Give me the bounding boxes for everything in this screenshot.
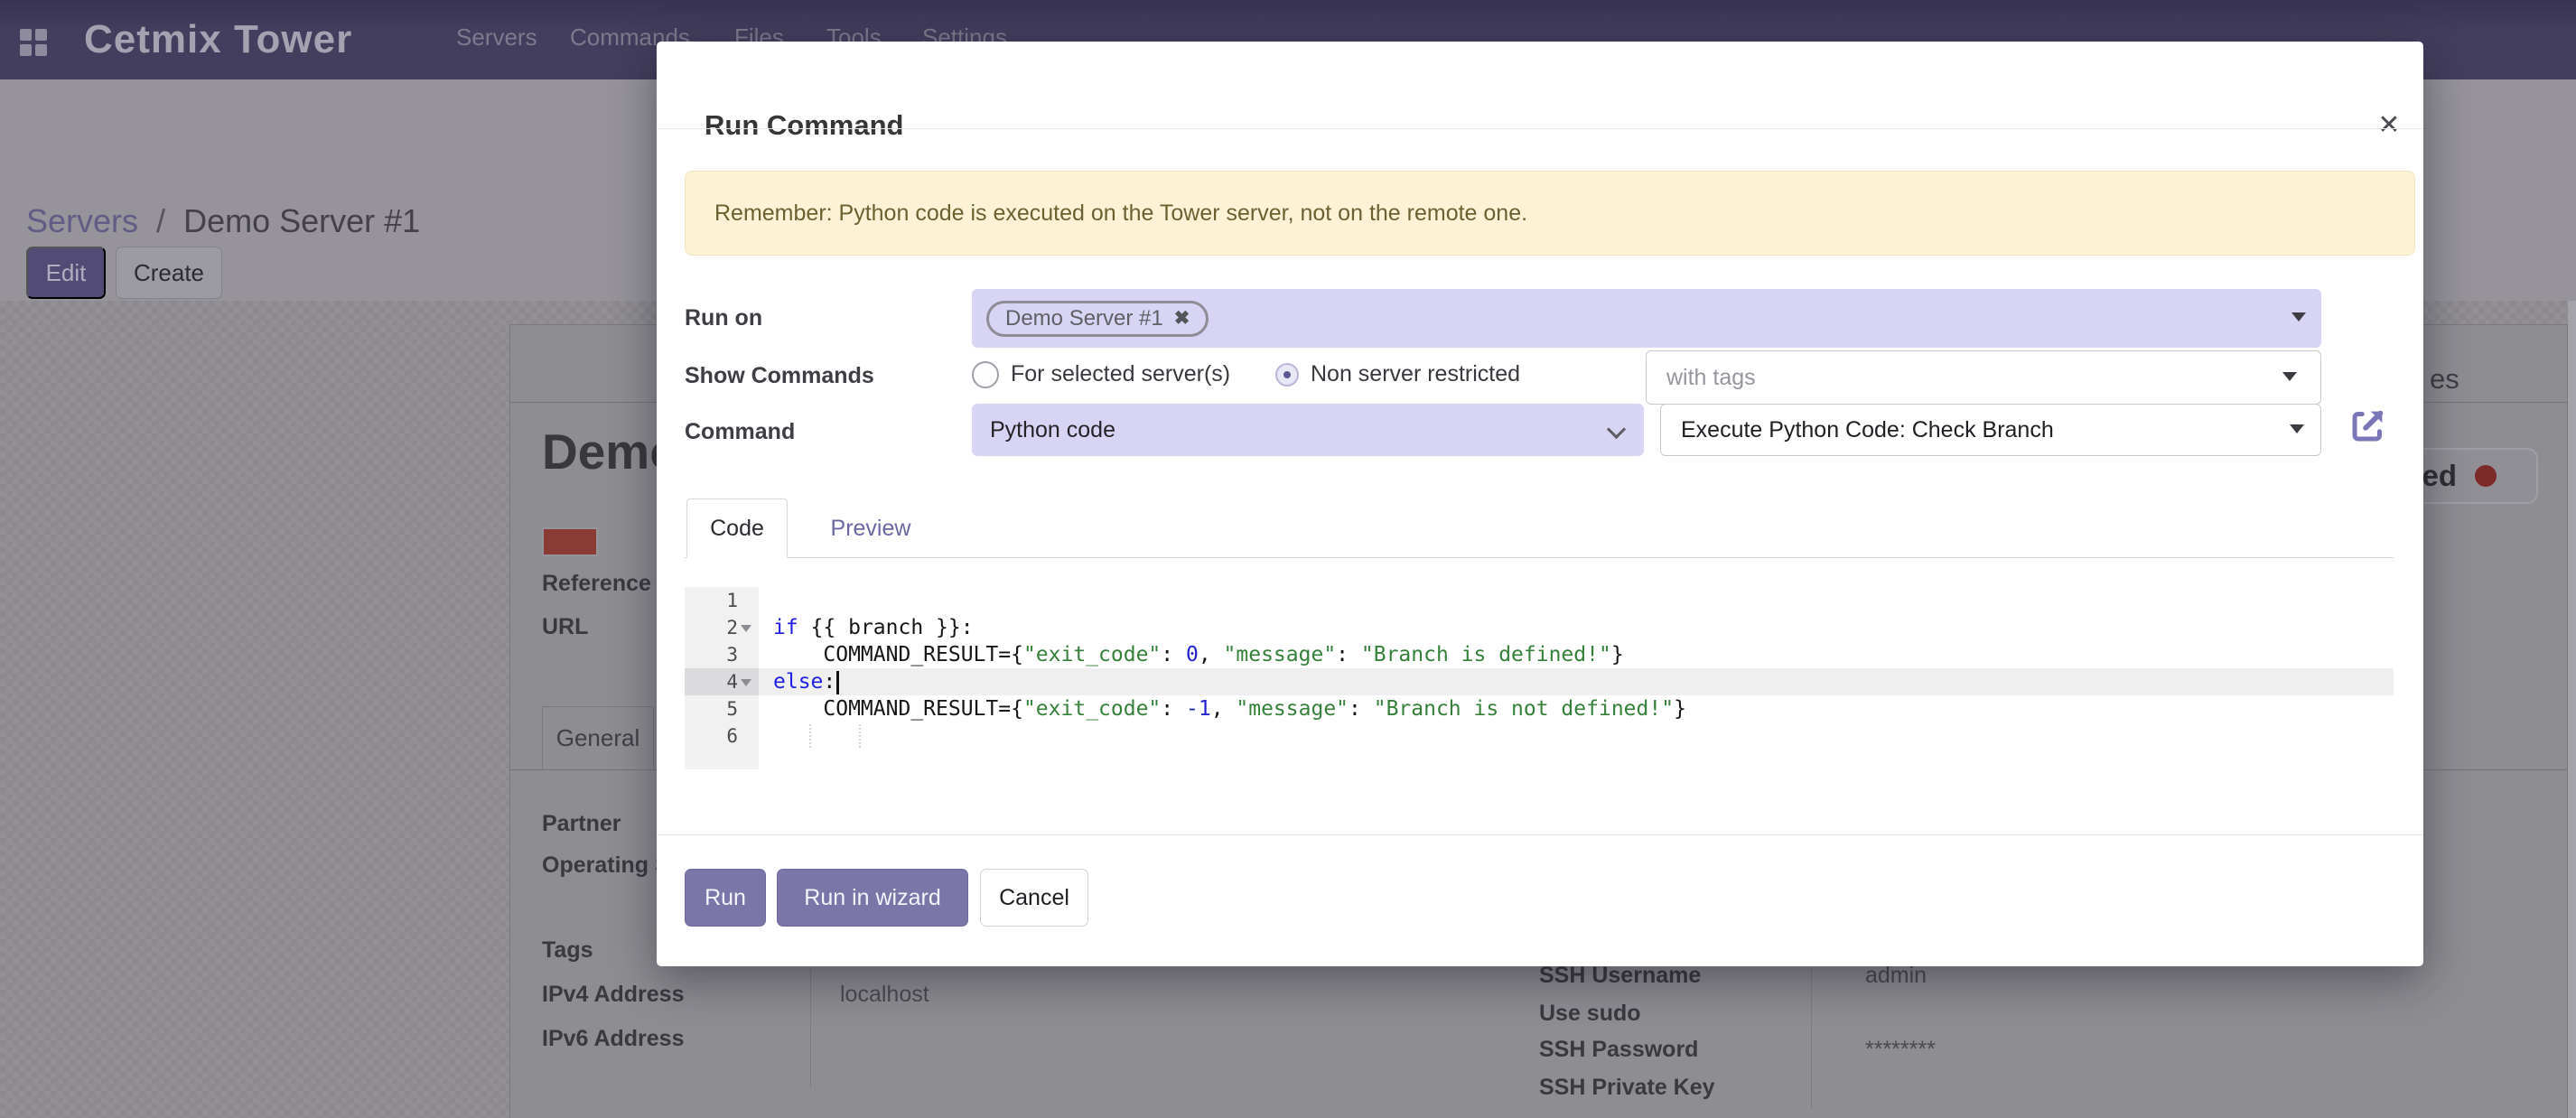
divider	[657, 128, 2423, 129]
close-icon[interactable]: ✕	[2369, 105, 2409, 144]
fold-spacer	[741, 731, 753, 741]
text-cursor	[836, 671, 839, 694]
code-line-2[interactable]: if {{ branch }}:	[759, 614, 2394, 641]
fold-spacer	[741, 704, 753, 713]
radio-label-selected-servers[interactable]: For selected server(s)	[1011, 361, 1230, 387]
cancel-button[interactable]: Cancel	[980, 869, 1088, 927]
radio-non-server-restricted[interactable]	[1275, 363, 1299, 387]
run-command-modal: Run Command ✕ Remember: Python code is e…	[657, 42, 2423, 966]
server-tag-pill: Demo Server #1 ✖	[986, 301, 1209, 337]
code-line-1[interactable]	[759, 587, 2394, 614]
command-select[interactable]: Execute Python Code: Check Branch	[1660, 404, 2321, 456]
code-line-3[interactable]: COMMAND_RESULT={"exit_code": 0, "message…	[759, 641, 2394, 668]
gutter-line-4: 4	[685, 668, 759, 695]
editor-gutter: 123456	[685, 587, 759, 769]
fold-spacer	[741, 650, 753, 659]
fold-arrow-icon[interactable]	[741, 677, 753, 686]
code-line-5[interactable]: COMMAND_RESULT={"exit_code": -1, "messag…	[759, 695, 2394, 722]
show-commands-label: Show Commands	[685, 363, 874, 389]
fold-spacer	[741, 596, 753, 605]
gutter-line-1: 1	[685, 587, 759, 614]
dropdown-caret-icon[interactable]	[2290, 424, 2304, 433]
external-link-icon[interactable]	[2347, 405, 2389, 446]
tag-remove-icon[interactable]: ✖	[1174, 307, 1190, 330]
indent-guide	[809, 724, 811, 748]
warning-alert: Remember: Python code is executed on the…	[685, 171, 2415, 256]
code-line-4[interactable]: else:	[759, 668, 2394, 695]
with-tags-select[interactable]: with tags	[1646, 350, 2321, 405]
command-label: Command	[685, 419, 795, 445]
dropdown-caret-icon[interactable]	[2282, 372, 2297, 381]
warning-alert-text: Remember: Python code is executed on the…	[714, 200, 1527, 227]
gutter-line-2: 2	[685, 614, 759, 641]
screen: Cetmix Tower ServersCommandsFilesToolsSe…	[0, 0, 2576, 1118]
tab-code[interactable]: Code	[686, 498, 788, 558]
radio-for-selected-servers[interactable]	[972, 361, 999, 388]
run-button[interactable]: Run	[685, 869, 766, 927]
command-type-select[interactable]: Python code	[972, 404, 1644, 456]
run-on-multiselect[interactable]: Demo Server #1 ✖	[972, 289, 2321, 348]
run-on-label: Run on	[685, 305, 762, 331]
divider	[657, 834, 2423, 835]
gutter-line-3: 3	[685, 641, 759, 668]
modal-title: Run Command	[705, 109, 903, 142]
run-in-wizard-button[interactable]: Run in wizard	[777, 869, 968, 927]
gutter-line-6: 6	[685, 722, 759, 750]
code-editor[interactable]: if {{ branch }}: COMMAND_RESULT={"exit_c…	[759, 587, 2394, 769]
gutter-line-5: 5	[685, 695, 759, 722]
fold-arrow-icon[interactable]	[741, 623, 753, 632]
divider	[685, 557, 2394, 558]
radio-label-non-restricted[interactable]: Non server restricted	[1311, 361, 1520, 387]
dropdown-caret-icon[interactable]	[2291, 312, 2306, 321]
tab-preview[interactable]: Preview	[812, 498, 929, 558]
indent-guide	[859, 724, 861, 748]
code-line-6[interactable]	[759, 722, 2394, 750]
